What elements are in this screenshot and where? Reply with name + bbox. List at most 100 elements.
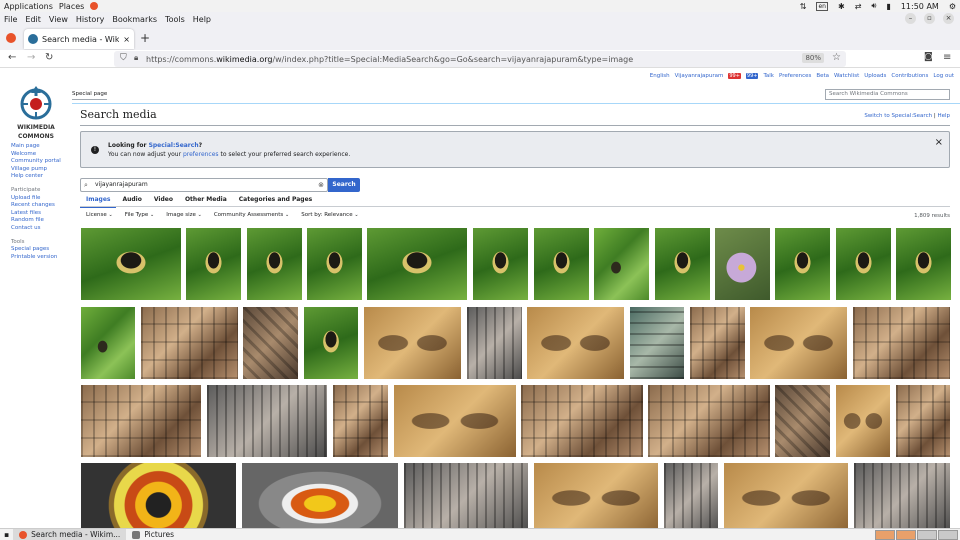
clear-search-icon[interactable]: ⊗ (318, 179, 324, 191)
image-thumbnail[interactable] (404, 463, 528, 528)
maximize-icon[interactable]: ▫ (924, 13, 935, 24)
sidebar-special-pages[interactable]: Special pages (11, 246, 75, 254)
filter-sort[interactable]: Sort by: Relevance ⌄ (295, 212, 364, 218)
image-thumbnail[interactable] (473, 228, 528, 300)
filter-license[interactable]: License ⌄ (80, 212, 119, 218)
media-search-input[interactable]: ⌕ vijayanrajapuram ⊗ (80, 178, 328, 192)
image-thumbnail[interactable] (81, 228, 181, 300)
notice-close-icon[interactable]: × (935, 137, 943, 148)
user-page-link[interactable]: Vijayanrajapuram (675, 73, 724, 79)
filter-image-size[interactable]: Image size ⌄ (160, 212, 208, 218)
workspace-1[interactable] (875, 530, 895, 540)
image-thumbnail[interactable] (655, 228, 710, 300)
image-thumbnail[interactable] (775, 228, 830, 300)
image-thumbnail[interactable] (690, 307, 745, 379)
lock-icon[interactable]: 🔒︎ (134, 53, 138, 63)
image-thumbnail[interactable] (467, 307, 522, 379)
applications-menu[interactable]: Applications (4, 2, 53, 11)
image-thumbnail[interactable] (207, 385, 327, 457)
image-thumbnail[interactable] (896, 228, 951, 300)
workspace-4[interactable] (938, 530, 958, 540)
beta-link[interactable]: Beta (816, 73, 829, 79)
filter-file-type[interactable]: File Type ⌄ (119, 212, 161, 218)
sidebar-help-center[interactable]: Help center (11, 173, 75, 181)
notices-badge[interactable]: 99+ (745, 73, 759, 79)
network-transfer-icon[interactable]: ⇅ (800, 2, 807, 11)
tab-close-icon[interactable]: × (123, 35, 130, 44)
menu-help[interactable]: Help (193, 15, 211, 24)
close-icon[interactable]: × (943, 13, 954, 24)
menu-file[interactable]: File (4, 15, 17, 24)
image-thumbnail[interactable] (367, 228, 467, 300)
language-link[interactable]: English (650, 73, 670, 79)
image-thumbnail[interactable] (521, 385, 643, 457)
sidebar-upload-file[interactable]: Upload file (11, 195, 75, 203)
image-thumbnail[interactable] (896, 385, 950, 457)
special-search-link[interactable]: Special:Search (149, 142, 199, 149)
taskbar-item-pictures[interactable]: Pictures (126, 529, 180, 540)
back-arrow-icon[interactable]: ← (8, 52, 16, 63)
image-thumbnail[interactable] (648, 385, 770, 457)
talk-link[interactable]: Talk (763, 73, 774, 79)
network-icon[interactable]: ⇄ (855, 2, 862, 11)
image-thumbnail[interactable] (854, 463, 950, 528)
uploads-link[interactable]: Uploads (864, 73, 886, 79)
sidebar-main-page[interactable]: Main page (11, 143, 75, 151)
watchlist-link[interactable]: Watchlist (834, 73, 859, 79)
volume-icon[interactable]: 🔊︎ (871, 1, 876, 11)
image-thumbnail[interactable] (141, 307, 238, 379)
search-button[interactable]: Search (328, 178, 360, 192)
wiki-search-input[interactable]: Search Wikimedia Commons (825, 89, 950, 100)
places-menu[interactable]: Places (59, 2, 84, 11)
url-bar[interactable]: ⛉ 🔒︎ https://commons. wikimedia.org/w/ind… (114, 51, 846, 67)
image-thumbnail[interactable] (750, 307, 847, 379)
sidebar-recent-changes[interactable]: Recent changes (11, 202, 75, 210)
image-thumbnail[interactable] (186, 228, 241, 300)
image-thumbnail[interactable] (394, 385, 516, 457)
contributions-link[interactable]: Contributions (891, 73, 928, 79)
menu-view[interactable]: View (49, 15, 68, 24)
image-thumbnail[interactable] (534, 463, 658, 528)
taskbar-item-firefox[interactable]: Search media - Wikim... (13, 528, 127, 540)
image-thumbnail[interactable] (304, 307, 358, 379)
sidebar-random-file[interactable]: Random file (11, 217, 75, 225)
preferences-notice-link[interactable]: preferences (183, 151, 219, 158)
sidebar-contact-us[interactable]: Contact us (11, 225, 75, 233)
image-thumbnail[interactable] (242, 463, 398, 528)
image-thumbnail[interactable] (853, 307, 950, 379)
minimize-icon[interactable]: – (905, 13, 916, 24)
switch-to-special-search-link[interactable]: Switch to Special:Search (864, 113, 932, 119)
menu-history[interactable]: History (76, 15, 104, 24)
keyboard-layout-indicator[interactable]: en (816, 1, 828, 11)
image-thumbnail[interactable] (81, 385, 201, 457)
app-menu-icon[interactable]: ≡ (943, 52, 951, 63)
wikimedia-commons-logo[interactable]: WIKIMEDIA COMMONS (12, 84, 60, 140)
settings-gear-icon[interactable]: ⚙ (949, 2, 956, 11)
image-thumbnail[interactable] (775, 385, 830, 457)
sidebar-community-portal[interactable]: Community portal (11, 158, 75, 166)
bookmark-star-icon[interactable]: ☆ (832, 52, 841, 63)
image-thumbnail[interactable] (247, 228, 302, 300)
image-thumbnail[interactable] (307, 228, 362, 300)
new-tab-button[interactable]: + (140, 31, 150, 45)
sidebar-latest-files[interactable]: Latest files (11, 210, 75, 218)
image-thumbnail[interactable] (81, 307, 135, 379)
sidebar-printable-version[interactable]: Printable version (11, 254, 75, 262)
firefox-launcher-icon[interactable] (90, 2, 99, 10)
tab-search-media[interactable]: Search media - Wikimedia × (24, 29, 134, 49)
image-thumbnail[interactable] (333, 385, 388, 457)
special-page-tab[interactable]: Special page (72, 91, 108, 100)
image-thumbnail[interactable] (836, 228, 891, 300)
workspace-3[interactable] (917, 530, 937, 540)
forward-arrow-icon[interactable]: → (27, 52, 35, 63)
image-thumbnail[interactable] (534, 228, 589, 300)
clock[interactable]: 11:50 AM (901, 2, 939, 11)
bluetooth-icon[interactable]: ✱ (838, 2, 845, 11)
menu-bookmarks[interactable]: Bookmarks (112, 15, 157, 24)
menu-edit[interactable]: Edit (25, 15, 41, 24)
filter-community-assessments[interactable]: Community Assessments ⌄ (208, 212, 295, 218)
image-thumbnail[interactable] (81, 463, 236, 528)
shield-icon[interactable]: ⛉ (120, 53, 127, 63)
image-thumbnail[interactable] (364, 307, 461, 379)
zoom-level[interactable]: 80% (802, 53, 824, 63)
